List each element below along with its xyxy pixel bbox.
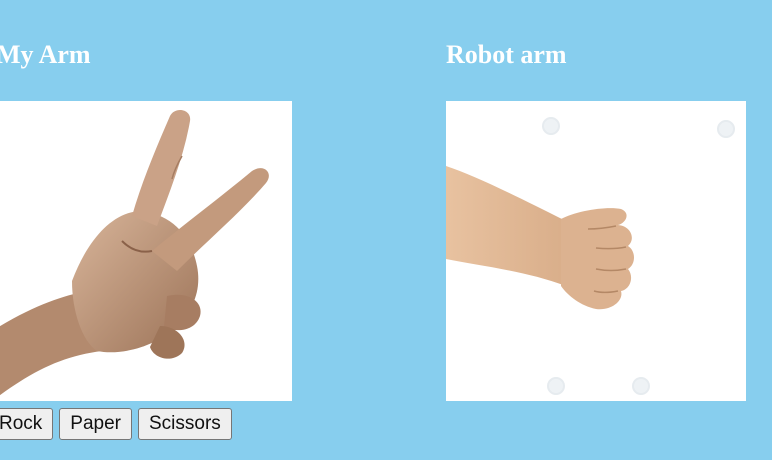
game-stage: My Arm Rock Paper Scissors Robot arm: [0, 0, 772, 460]
scissors-hand-icon: [0, 109, 269, 396]
choice-button-row: Rock Paper Scissors: [0, 408, 232, 440]
robot-arm-image: [446, 101, 746, 401]
robot-arm-title: Robot arm: [446, 40, 567, 69]
my-arm-image: [0, 101, 292, 401]
scissors-button[interactable]: Scissors: [138, 408, 232, 440]
rock-button[interactable]: Rock: [0, 408, 54, 440]
rock-fist-icon: [446, 117, 735, 395]
my-arm-title: My Arm: [0, 40, 91, 69]
paper-button[interactable]: Paper: [59, 408, 132, 440]
